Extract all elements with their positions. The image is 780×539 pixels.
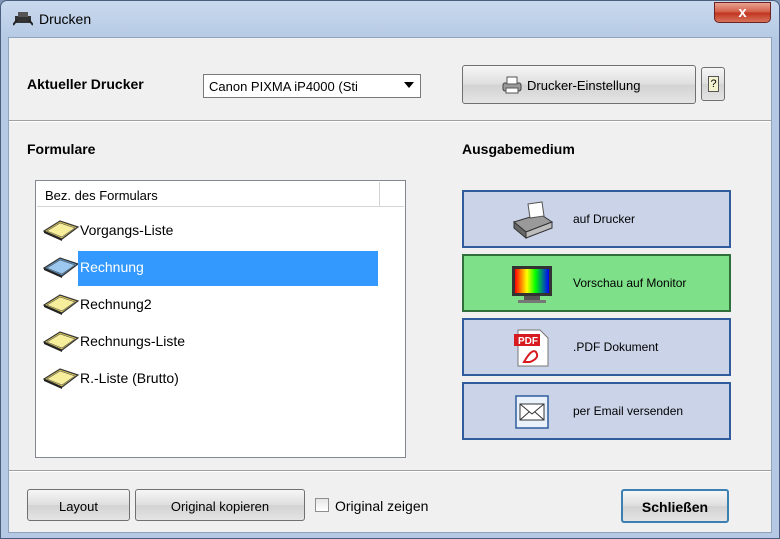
printer-select-value: Canon PIXMA iP4000 (Sti [209,79,358,94]
list-header[interactable]: Bez. des Formulars [37,182,404,207]
print-dialog-window: Drucken x Aktueller Drucker Canon PIXMA … [0,0,780,539]
monitor-icon [510,264,554,304]
output-option-button[interactable]: auf Drucker [462,190,731,248]
form-item-label: Rechnung2 [80,296,152,312]
form-item-label: R.-Liste (Brutto) [80,370,179,386]
output-option-button[interactable]: PDF .PDF Dokument [462,318,731,376]
output-option-button[interactable]: per Email versenden [462,382,731,440]
output-option-label: .PDF Dokument [573,340,659,354]
title-bar[interactable]: Drucken x [1,1,779,37]
output-option-label: per Email versenden [573,404,684,418]
printer-select[interactable]: Canon PIXMA iP4000 (Sti [203,74,421,98]
output-option-label: Vorschau auf Monitor [573,276,687,290]
form-book-icon [42,328,80,352]
help-icon: ? [708,76,719,92]
email-icon [510,392,554,432]
form-list-item[interactable]: Vorgangs-Liste [42,217,382,241]
output-option-button[interactable]: Vorschau auf Monitor [462,254,731,312]
form-list-item[interactable]: Rechnungs-Liste [42,328,382,352]
form-book-icon [42,217,80,241]
show-original-checkbox[interactable] [315,498,329,512]
layout-button[interactable]: Layout [27,489,130,521]
form-book-icon [42,254,80,278]
form-list-item[interactable]: Rechnung2 [42,291,382,315]
pdf-icon: PDF [510,328,554,368]
dialog-client-area: Aktueller Drucker Canon PIXMA iP4000 (St… [8,37,772,533]
svg-text:PDF: PDF [518,336,538,347]
printer-icon [510,200,554,240]
help-button[interactable]: ? [701,67,725,101]
form-book-icon [42,365,80,389]
output-heading: Ausgabemedium [462,141,575,157]
close-window-button[interactable]: x [714,2,771,23]
printer-settings-label: Drucker-Einstellung [527,78,641,93]
column-divider [379,182,380,207]
form-book-icon [42,291,80,315]
output-option-label: auf Drucker [573,212,636,226]
copy-original-label: Original kopieren [170,499,270,514]
printer-icon [502,76,522,94]
forms-list[interactable]: Bez. des Formulars Vorgangs-Liste Rechnu… [35,180,406,458]
copy-original-button[interactable]: Original kopieren [135,489,305,521]
printer-app-icon [13,12,33,26]
form-item-label: Rechnung [78,251,378,286]
separator-top [9,120,771,122]
layout-button-label: Layout [58,499,99,514]
current-printer-label: Aktueller Drucker [27,76,144,92]
form-item-label: Rechnungs-Liste [80,333,186,349]
form-item-label: Vorgangs-Liste [80,222,174,238]
separator-bottom [9,470,771,472]
close-button[interactable]: Schließen [621,489,729,523]
printer-settings-button[interactable]: Drucker-Einstellung [462,65,696,104]
window-title: Drucken [39,11,92,27]
show-original-label[interactable]: Original zeigen [335,498,428,514]
close-button-label: Schließen [641,499,709,515]
forms-heading: Formulare [27,141,96,157]
form-list-item[interactable]: R.-Liste (Brutto) [42,365,382,389]
column-header-form-name: Bez. des Formulars [45,188,158,203]
form-list-item[interactable]: Rechnung [42,251,382,286]
chevron-down-icon [404,82,414,88]
